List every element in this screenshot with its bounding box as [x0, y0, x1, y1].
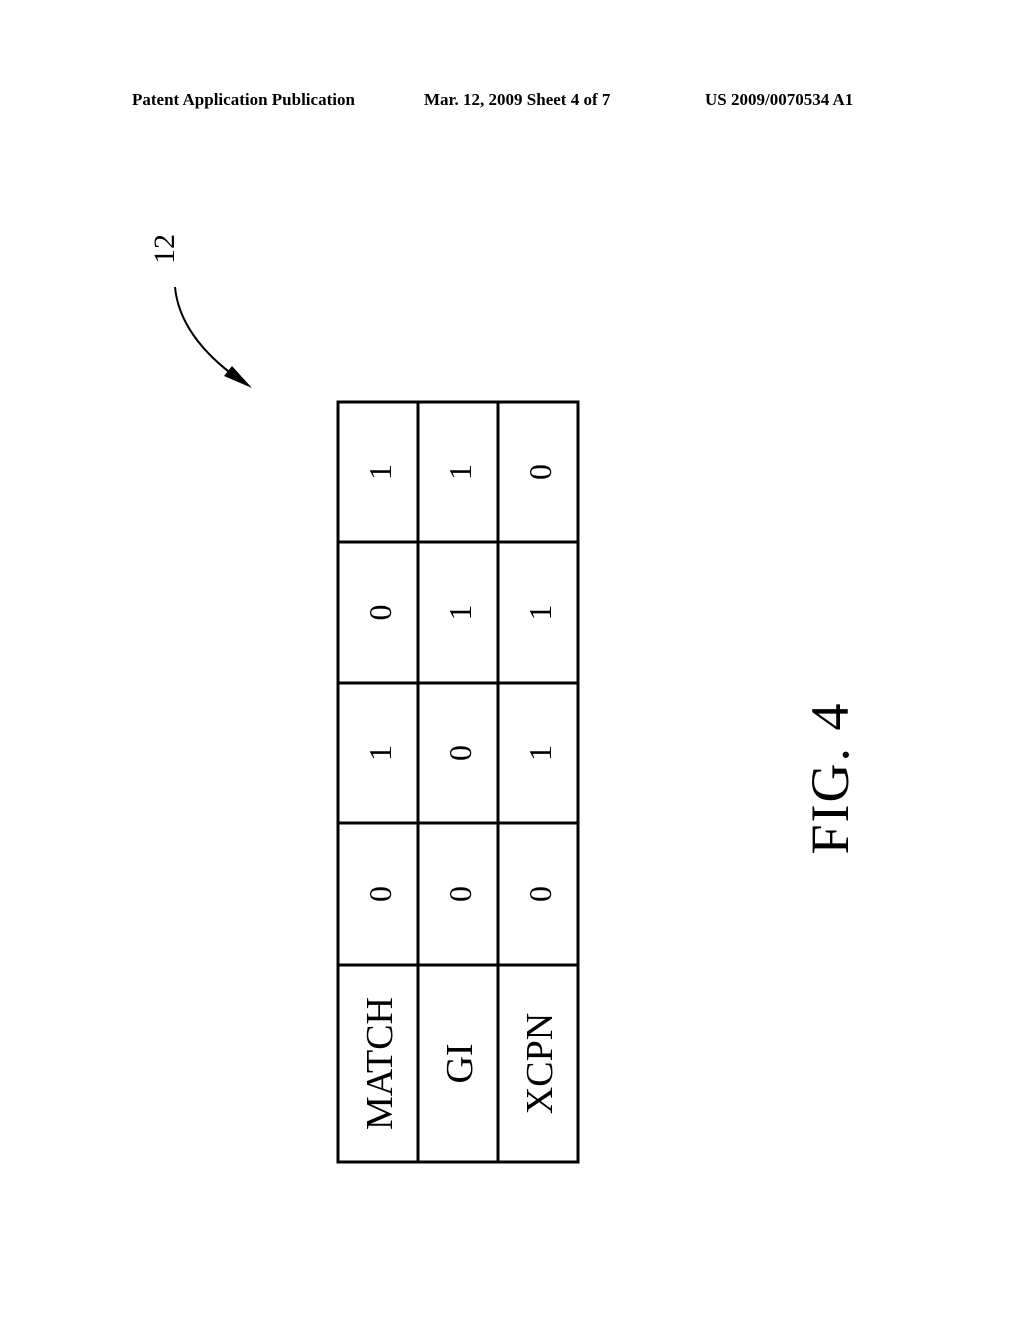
- table-cell: 0: [362, 886, 398, 902]
- leader-arrow-icon: [174, 286, 241, 381]
- truth-table: MATCH GI XCPN 0 0 0 1 0 1 0 1 1 1 1 0: [336, 400, 580, 1164]
- figure-label: FIG. 4: [800, 701, 860, 855]
- column-header-xcpn: XCPN: [519, 1013, 561, 1114]
- table-cell: 1: [362, 464, 398, 480]
- table-cell: 1: [442, 464, 478, 480]
- table-cell: 0: [442, 886, 478, 902]
- table-cell: 1: [362, 745, 398, 761]
- column-header-gi: GI: [439, 1043, 481, 1083]
- table-cell: 0: [442, 745, 478, 761]
- table-cell: 1: [522, 745, 558, 761]
- table-cell: 1: [442, 605, 478, 621]
- table-cell: 1: [522, 605, 558, 621]
- table-cell: 0: [522, 886, 558, 902]
- table-cell: 0: [362, 605, 398, 621]
- arrow-head-icon: [224, 366, 252, 388]
- truth-table-diagram: MATCH GI XCPN 0 0 0 1 0 1 0 1 1 1 1 0: [174, 286, 580, 1164]
- column-header-match: MATCH: [359, 997, 401, 1130]
- table-cell: 0: [522, 464, 558, 480]
